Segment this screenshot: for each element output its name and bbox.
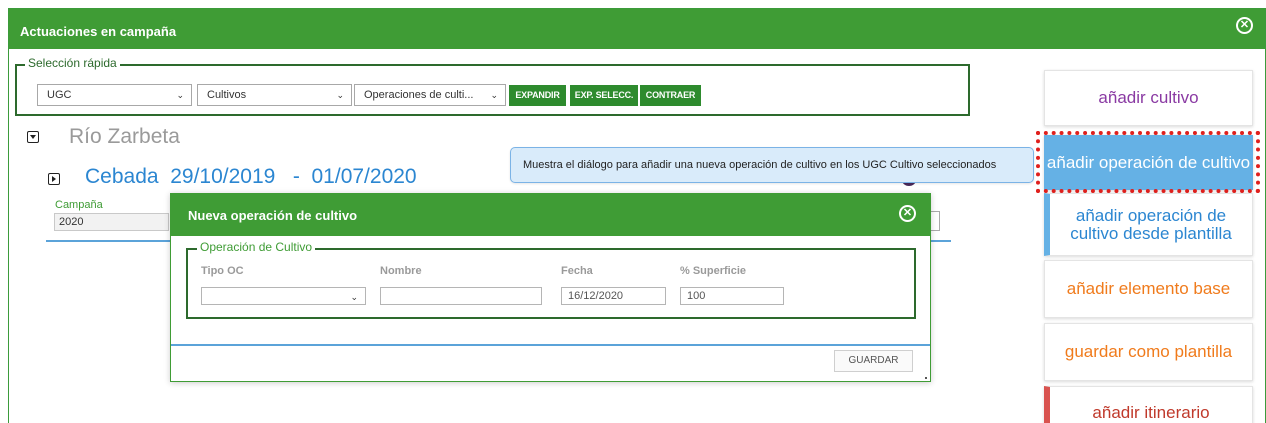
collapse-button[interactable]: CONTRAER (640, 85, 701, 106)
add-crop-label: añadir cultivo (1098, 88, 1199, 107)
dialog-header: Nueva operación de cultivo ✕ (171, 194, 930, 236)
chevron-down-icon: ⌄ (490, 90, 498, 100)
chevron-down-icon: ⌄ (350, 292, 358, 302)
superficie-input[interactable]: 100 (680, 287, 784, 305)
tooltip: Muestra el diálogo para añadir una nueva… (510, 147, 1034, 183)
collapse-toggle-icon[interactable] (27, 131, 39, 143)
new-operation-dialog: Nueva operación de cultivo ✕ Operación d… (170, 193, 931, 382)
campaign-label: Campaña (55, 199, 103, 211)
add-base-element-label: añadir elemento base (1066, 279, 1231, 298)
resize-handle[interactable] (925, 377, 927, 379)
add-crop-operation-button[interactable]: añadir operación de cultivo (1044, 135, 1253, 190)
operations-select[interactable]: Operaciones de culti... ⌄ (354, 84, 506, 106)
save-button[interactable]: GUARDAR (834, 350, 913, 372)
ugc-select[interactable]: UGC ⌄ (37, 84, 192, 106)
close-icon[interactable]: ✕ (899, 205, 916, 222)
nombre-input[interactable] (380, 287, 542, 305)
expand-selected-button[interactable]: EXP. SELECC. (570, 85, 638, 106)
add-itinerary-label: añadir itinerario (1092, 403, 1210, 422)
dialog-title: Nueva operación de cultivo (188, 207, 358, 223)
tipo-oc-select[interactable]: ⌄ (201, 287, 366, 305)
save-as-template-button[interactable]: guardar como plantilla (1044, 323, 1253, 381)
superficie-label: % Superficie (680, 265, 747, 277)
crops-select-value: Cultivos (207, 89, 247, 101)
fieldset-legend: Operación de Cultivo (197, 240, 316, 254)
campaign-field: 2020 (54, 213, 169, 231)
save-as-template-label: guardar como plantilla (1064, 342, 1233, 361)
expand-button[interactable]: EXPANDIR (509, 85, 566, 106)
ugc-name: Río Zarbeta (69, 125, 180, 148)
dialog-divider (171, 344, 930, 346)
chevron-down-icon: ⌄ (336, 90, 344, 100)
add-operation-from-template-button[interactable]: añadir operación de cultivo desde planti… (1044, 193, 1253, 256)
close-icon[interactable]: ✕ (1236, 17, 1253, 34)
quick-selection-group: Selección rápida UGC ⌄ Cultivos ⌄ Operac… (15, 56, 970, 116)
operation-fieldset: Operación de Cultivo Tipo OC ⌄ Nombre Fe… (186, 240, 916, 319)
crop-line: Cebada 29/10/2019 - 01/07/2020 (85, 165, 417, 188)
expand-toggle-icon[interactable] (48, 173, 60, 185)
add-crop-button[interactable]: añadir cultivo (1044, 70, 1253, 126)
quick-selection-legend: Selección rápida (25, 56, 120, 70)
nombre-label: Nombre (380, 265, 422, 277)
page: Actuaciones en campaña ✕ Selección rápid… (0, 0, 1266, 423)
add-crop-operation-label: añadir operación de cultivo (1046, 152, 1251, 172)
tipo-oc-label: Tipo OC (201, 265, 244, 277)
fecha-input[interactable]: 16/12/2020 (561, 287, 666, 305)
fecha-label: Fecha (561, 265, 593, 277)
operations-select-value: Operaciones de culti... (364, 89, 474, 101)
chevron-down-icon: ⌄ (176, 90, 184, 100)
add-operation-from-template-label: añadir operación de cultivo desde planti… (1070, 205, 1232, 243)
main-header: Actuaciones en campaña ✕ (9, 9, 1265, 49)
add-base-element-button[interactable]: añadir elemento base (1044, 260, 1253, 318)
ugc-select-value: UGC (47, 89, 72, 101)
add-itinerary-button[interactable]: añadir itinerario (1044, 386, 1253, 423)
crops-select[interactable]: Cultivos ⌄ (197, 84, 352, 106)
window-title: Actuaciones en campaña (20, 23, 177, 39)
